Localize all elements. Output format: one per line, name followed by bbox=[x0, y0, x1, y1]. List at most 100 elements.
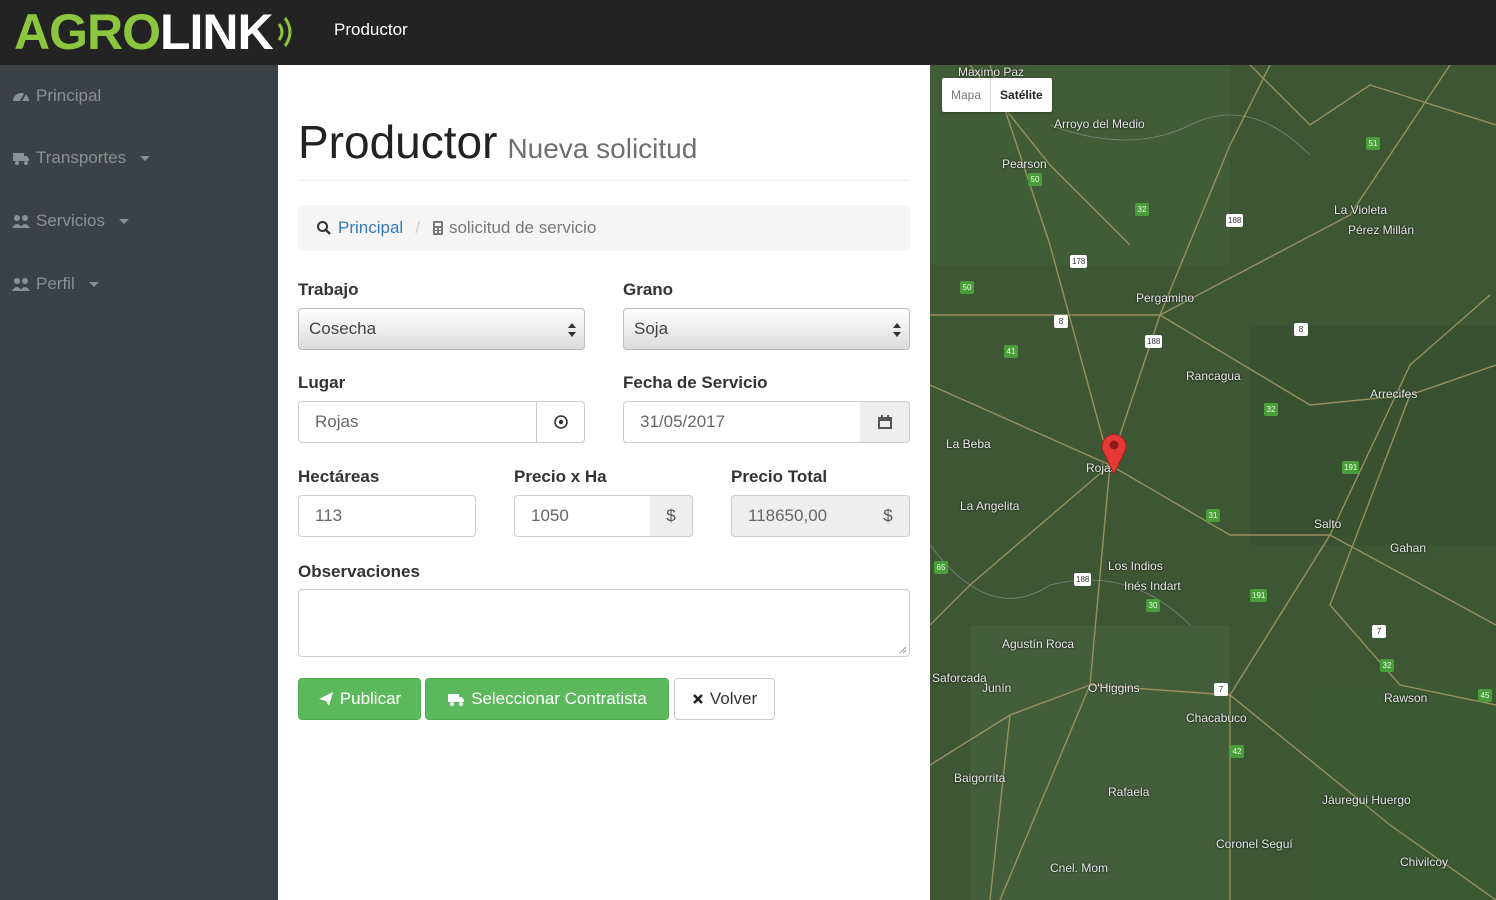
town-label: Saforcada bbox=[932, 671, 987, 685]
sidebar: Principal Transportes Servicios Perfil bbox=[0, 65, 278, 900]
paper-plane-icon bbox=[318, 692, 333, 706]
sidebar-item-label: Perfil bbox=[36, 274, 75, 293]
town-label: Arrecifes bbox=[1370, 387, 1418, 401]
map-type-satelite-button[interactable]: Satélite bbox=[991, 78, 1052, 112]
route-shield: 191 bbox=[1342, 461, 1360, 474]
trabajo-select-value: Cosecha bbox=[309, 319, 377, 338]
route-shield: 7 bbox=[1372, 625, 1386, 638]
brand-link-text: LINK bbox=[160, 4, 274, 60]
town-label: Salto bbox=[1314, 517, 1342, 531]
signal-waves-icon bbox=[277, 17, 292, 47]
route-shield: 45 bbox=[1478, 689, 1492, 702]
route-shield: 32 bbox=[1264, 403, 1278, 416]
town-label: Baigorrita bbox=[954, 771, 1006, 785]
town-label: Pearson bbox=[1002, 157, 1047, 171]
close-icon bbox=[692, 694, 703, 704]
route-shield: 30 bbox=[1146, 599, 1160, 612]
volver-button[interactable]: Volver bbox=[674, 678, 775, 720]
calculator-icon bbox=[432, 221, 443, 235]
lugar-input[interactable]: Rojas bbox=[298, 401, 537, 443]
precio-total-label: Precio Total bbox=[731, 467, 828, 486]
caret-down-icon bbox=[140, 155, 151, 161]
route-shield: 31 bbox=[1206, 509, 1220, 522]
sidebar-item-transportes[interactable]: Transportes bbox=[12, 144, 151, 172]
seleccionar-button-label: Seleccionar Contratista bbox=[471, 689, 647, 708]
route-shield: 32 bbox=[1135, 203, 1149, 216]
precio-ha-input[interactable]: 1050 bbox=[514, 495, 651, 537]
trabajo-select[interactable]: Cosecha bbox=[298, 308, 585, 350]
route-shield: 41 bbox=[1004, 345, 1018, 358]
caret-down-icon bbox=[88, 281, 99, 287]
publicar-button[interactable]: Publicar bbox=[298, 678, 421, 720]
location-marker-icon[interactable] bbox=[1100, 431, 1128, 475]
brand-logo[interactable]: AGRO LINK bbox=[14, 4, 297, 60]
precio-total-input-value: 118650,00 bbox=[748, 506, 828, 525]
hectareas-label: Hectáreas bbox=[298, 467, 380, 486]
route-shield: 51 bbox=[1366, 137, 1380, 150]
town-label: Cnel. Mom bbox=[1050, 861, 1109, 875]
town-label: Los Indios bbox=[1108, 559, 1163, 573]
satellite-terrain bbox=[930, 65, 1496, 900]
truck-icon bbox=[448, 694, 465, 706]
route-shield: 191 bbox=[1250, 589, 1268, 602]
town-label: Rawson bbox=[1384, 691, 1428, 705]
precio-total-currency-addon: $ bbox=[867, 495, 910, 537]
nav-productor-link[interactable]: Productor bbox=[334, 20, 408, 40]
page-header: Productor Nueva solicitud bbox=[298, 115, 910, 181]
map-type-mapa-button[interactable]: Mapa bbox=[942, 78, 992, 112]
town-label: La Beba bbox=[946, 437, 991, 451]
resize-grip-icon[interactable] bbox=[897, 644, 907, 654]
breadcrumb-home-link[interactable]: Principal bbox=[338, 218, 403, 238]
town-label: Gahan bbox=[1390, 541, 1427, 555]
town-label: Arroyo del Medio bbox=[1054, 117, 1145, 131]
users-icon bbox=[12, 215, 30, 228]
grano-label: Grano bbox=[623, 280, 674, 299]
observaciones-textarea[interactable] bbox=[298, 589, 910, 657]
route-shield: 42 bbox=[1230, 745, 1244, 758]
route-shield: 188 bbox=[1074, 573, 1092, 586]
fecha-label: Fecha de Servicio bbox=[623, 373, 768, 392]
map-view[interactable]: Mapa Satélite Maximo Paz Arroyo del Medi… bbox=[930, 65, 1496, 900]
select-arrows-icon bbox=[568, 323, 576, 337]
top-navbar: AGRO LINK Productor bbox=[0, 0, 1496, 65]
caret-down-icon bbox=[118, 218, 129, 224]
locate-button[interactable] bbox=[536, 401, 585, 443]
town-label: Pérez Millán bbox=[1348, 223, 1415, 237]
sidebar-item-label: Transportes bbox=[36, 148, 127, 167]
breadcrumb-current: solicitud de servicio bbox=[448, 218, 597, 237]
dashboard-icon bbox=[13, 93, 29, 102]
hectareas-input[interactable]: 113 bbox=[298, 495, 476, 537]
town-label: Coronel Seguí bbox=[1216, 837, 1293, 851]
town-label: Pergamino bbox=[1136, 291, 1195, 305]
town-label: La Violeta bbox=[1334, 203, 1388, 217]
town-label: Rancagua bbox=[1186, 369, 1241, 383]
sidebar-item-perfil[interactable]: Perfil bbox=[12, 270, 99, 298]
fecha-input-value: 31/05/2017 bbox=[640, 412, 726, 431]
town-label: Chacabuco bbox=[1186, 711, 1247, 725]
sidebar-item-label: Principal bbox=[36, 86, 102, 105]
fecha-input[interactable]: 31/05/2017 bbox=[623, 401, 861, 443]
sidebar-item-servicios[interactable]: Servicios bbox=[12, 207, 129, 235]
sidebar-item-principal[interactable]: Principal bbox=[12, 82, 101, 110]
town-label: La Angelita bbox=[960, 499, 1020, 513]
precio-ha-input-value: 1050 bbox=[531, 506, 569, 525]
route-shield: 65 bbox=[934, 561, 948, 574]
route-shield: 8 bbox=[1294, 323, 1308, 336]
route-shield: 7 bbox=[1214, 683, 1228, 696]
page-subtitle: Nueva solicitud bbox=[507, 133, 698, 164]
town-label: O'Higgins bbox=[1088, 681, 1140, 695]
town-label: Jáuregui Huergo bbox=[1322, 793, 1411, 807]
trabajo-label: Trabajo bbox=[298, 280, 359, 299]
lugar-input-value: Rojas bbox=[315, 412, 359, 431]
town-label: Inés Indart bbox=[1124, 579, 1181, 593]
seleccionar-contratista-button[interactable]: Seleccionar Contratista bbox=[425, 678, 669, 720]
grano-select[interactable]: Soja bbox=[623, 308, 910, 350]
town-label: Agustín Roca bbox=[1002, 637, 1075, 651]
lugar-label: Lugar bbox=[298, 373, 346, 392]
calendar-button[interactable] bbox=[860, 401, 910, 443]
town-label: Maximo Paz bbox=[958, 65, 1025, 79]
hectareas-input-value: 113 bbox=[315, 506, 343, 525]
map-type-control: Mapa Satélite bbox=[942, 78, 1052, 112]
volver-button-label: Volver bbox=[709, 689, 758, 708]
breadcrumb: Principal / solicitud de servicio bbox=[298, 205, 910, 251]
